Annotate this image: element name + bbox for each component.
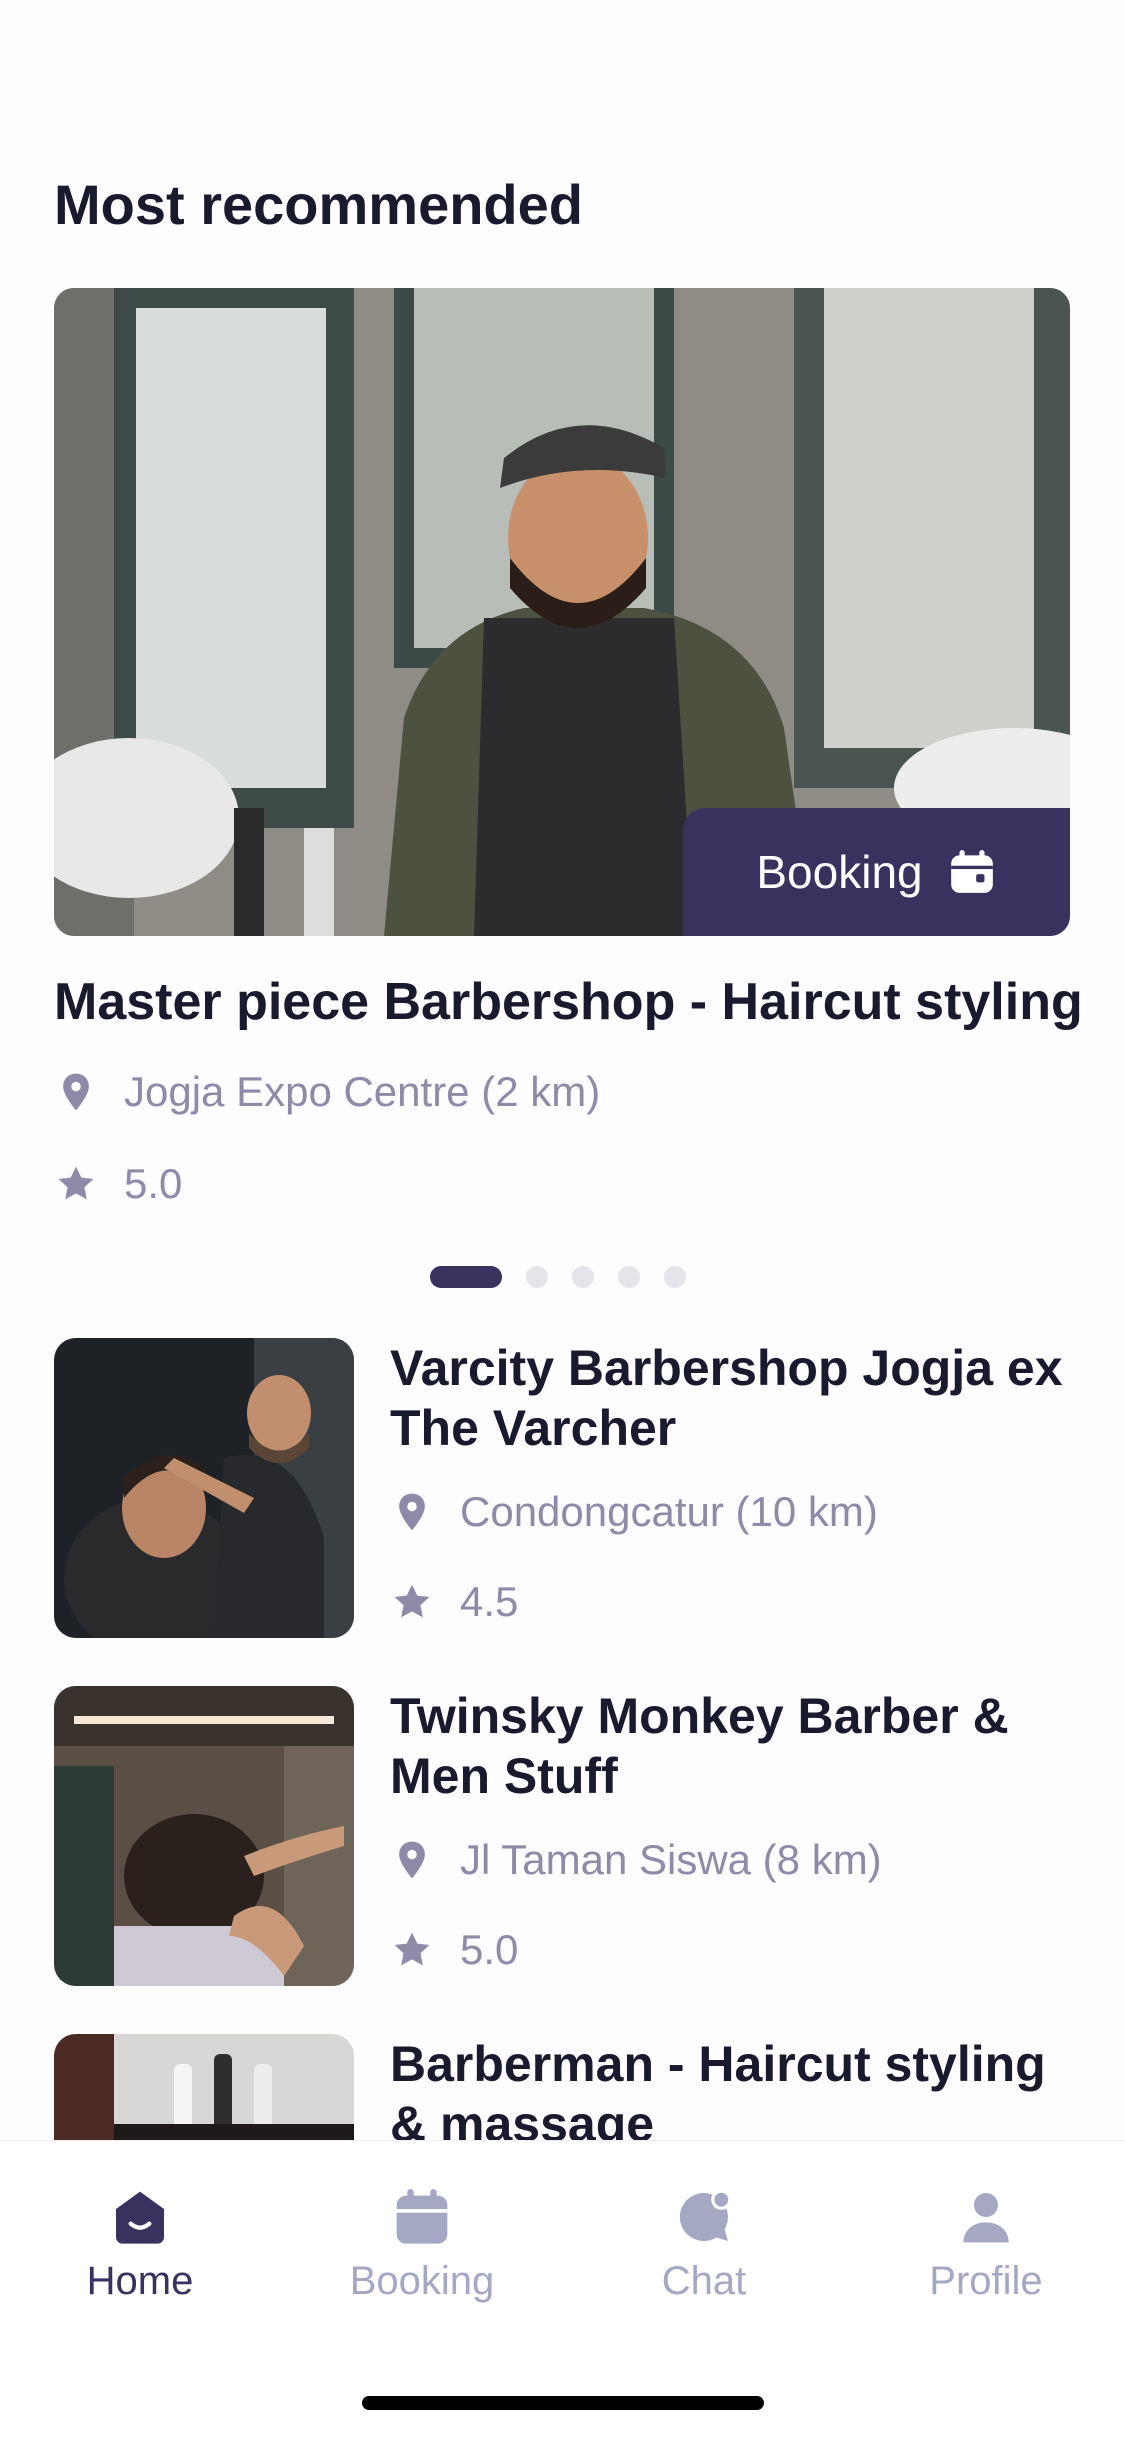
hero-location: Jogja Expo Centre (2 km) [54, 1068, 600, 1116]
calendar-icon [950, 850, 993, 893]
section-title: Most recommended [54, 173, 583, 236]
tab-home[interactable]: Home [40, 2185, 240, 2304]
tab-booking-label: Booking [349, 2259, 495, 2303]
calendar-icon [396, 2189, 448, 2244]
location-pin-icon [399, 1493, 425, 1531]
barber-thumbnail [54, 1686, 354, 1986]
list-item[interactable]: Twinsky Monkey Barber & Men Stuff Jl Tam… [54, 1686, 1070, 1986]
list-item-rating: 5.0 [390, 1926, 518, 1974]
home-icon [116, 2191, 164, 2244]
hero-rating-value: 5.0 [124, 1160, 183, 1207]
tab-profile-label: Profile [929, 2259, 1043, 2303]
tab-profile[interactable]: Profile [886, 2185, 1086, 2304]
list-item-name: Twinsky Monkey Barber & Men Stuff [390, 1688, 1009, 1804]
tab-chat-label: Chat [661, 2259, 747, 2303]
hero-rating: 5.0 [54, 1160, 182, 1208]
booking-button-label: Booking [756, 846, 923, 898]
hero-card[interactable]: Booking [54, 288, 1070, 936]
list-item-rating-value: 4.5 [460, 1578, 519, 1625]
chat-icon [679, 2189, 732, 2241]
carousel-dot[interactable] [526, 1266, 548, 1288]
tab-booking[interactable]: Booking [322, 2185, 522, 2304]
barber-thumbnail [54, 1338, 354, 1638]
location-pin-icon [63, 1073, 89, 1111]
list-item-rating: 4.5 [390, 1578, 518, 1626]
list-item-name: Barberman - Haircut styling & massage [390, 2036, 1046, 2140]
bottom-tab-bar: Home Booking Chat Profile [0, 2140, 1125, 2437]
star-icon [394, 1584, 430, 1618]
home-indicator[interactable] [362, 2396, 764, 2410]
list-item[interactable]: Barberman - Haircut styling & massage [54, 2034, 1070, 2140]
list-item-location-text: Condongcatur (10 km) [460, 1488, 878, 1535]
location-pin-icon [399, 1841, 425, 1879]
list-item-rating-value: 5.0 [460, 1926, 519, 1973]
barber-thumbnail [54, 2034, 354, 2140]
star-icon [58, 1166, 94, 1200]
profile-icon [963, 2193, 1009, 2243]
carousel-dot-active[interactable] [430, 1266, 502, 1288]
carousel-indicator [430, 1266, 686, 1288]
list-item-location: Condongcatur (10 km) [390, 1488, 878, 1536]
tab-chat[interactable]: Chat [604, 2185, 804, 2304]
tab-home-label: Home [86, 2259, 194, 2303]
carousel-dot[interactable] [664, 1266, 686, 1288]
list-item-location-text: Jl Taman Siswa (8 km) [460, 1836, 882, 1883]
hero-shop-name: Master piece Barbershop - Haircut stylin… [54, 973, 1083, 1031]
booking-button[interactable]: Booking [683, 808, 1070, 936]
star-icon [394, 1932, 430, 1966]
list-item[interactable]: Varcity Barbershop Jogja ex The Varcher … [54, 1338, 1070, 1638]
list-item-location: Jl Taman Siswa (8 km) [390, 1836, 882, 1884]
hero-location-text: Jogja Expo Centre (2 km) [124, 1068, 601, 1115]
carousel-dot[interactable] [618, 1266, 640, 1288]
list-item-name: Varcity Barbershop Jogja ex The Varcher [390, 1340, 1063, 1456]
carousel-dot[interactable] [572, 1266, 594, 1288]
